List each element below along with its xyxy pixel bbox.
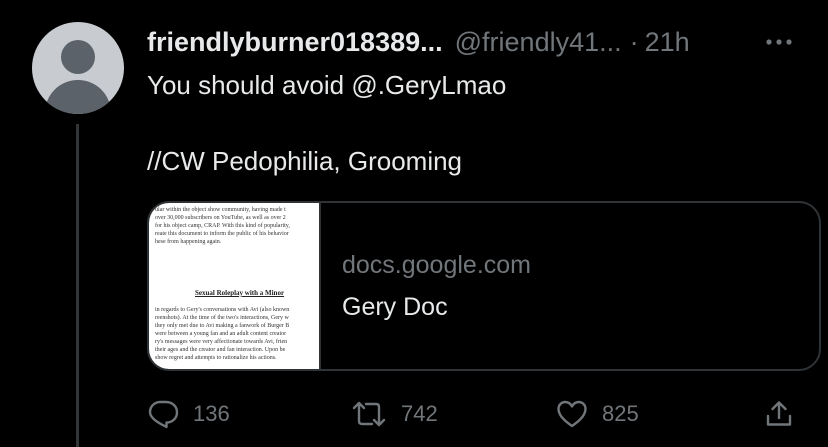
doc-text-line: they only met due to Avi making a fanwor…: [155, 323, 290, 329]
display-name[interactable]: friendlyburner018389...: [147, 27, 443, 58]
doc-text-line: over 30,000 subscribers on YouTube, as w…: [155, 215, 286, 221]
doc-text-line: reenshots). At the time of the two's int…: [155, 315, 289, 321]
doc-text-line: ry's messages were very affectionate tow…: [155, 339, 288, 345]
retweet-button[interactable]: 742: [351, 396, 438, 432]
card-title: Gery Doc: [342, 293, 448, 321]
doc-text-line: in regards to Gery's conversations with …: [155, 307, 290, 313]
doc-heading: Sexual Roleplay with a Minor: [195, 289, 285, 297]
document-thumbnail: ular within the object show community, h…: [149, 203, 321, 369]
doc-text-line: their ages and the creator and fan inter…: [155, 347, 286, 353]
retweet-count: 742: [401, 401, 438, 426]
reply-count: 136: [193, 401, 230, 426]
tweet-text: You should avoid @.GeryLmao //CW Pedophi…: [147, 66, 787, 180]
retweet-icon: [352, 401, 386, 427]
default-avatar-body: [45, 80, 111, 114]
more-button[interactable]: [762, 30, 796, 54]
more-horizontal-icon: [766, 39, 792, 45]
reply-button[interactable]: 136: [147, 396, 230, 432]
share-icon: [766, 401, 792, 426]
default-avatar-head: [61, 40, 95, 74]
tweet-text-line: //CW Pedophilia, Grooming: [147, 146, 463, 176]
doc-text-line: reate this document to inform the public…: [155, 231, 289, 237]
doc-text-line: show regret and attempts to rationalize …: [155, 355, 277, 361]
like-count: 825: [602, 401, 639, 426]
doc-text-line: ular within the object show community, h…: [155, 207, 286, 213]
thread-line: [76, 124, 79, 447]
doc-text-line: hese from happening again.: [155, 239, 222, 245]
like-button[interactable]: 825: [556, 396, 639, 432]
share-button[interactable]: [764, 396, 794, 432]
tweet[interactable]: friendlyburner018389... @friendly41... ·…: [0, 0, 828, 447]
handle[interactable]: @friendly41...: [455, 27, 622, 58]
timestamp[interactable]: 21h: [645, 27, 690, 58]
heart-icon: [557, 400, 587, 428]
separator-dot: ·: [629, 26, 639, 57]
tweet-text-line: [147, 104, 787, 142]
reply-icon: [148, 400, 179, 429]
card-domain: docs.google.com: [342, 251, 532, 279]
tweet-header: friendlyburner018389... @friendly41... ·…: [147, 24, 690, 60]
doc-text-line: were between a young fan and an adult co…: [155, 331, 287, 337]
link-card[interactable]: ular within the object show community, h…: [147, 201, 821, 371]
avatar[interactable]: [32, 22, 124, 114]
tweet-text-line: You should avoid @.GeryLmao: [147, 70, 507, 100]
doc-text-line: for his object camp, CRAP. With this kin…: [155, 223, 290, 229]
